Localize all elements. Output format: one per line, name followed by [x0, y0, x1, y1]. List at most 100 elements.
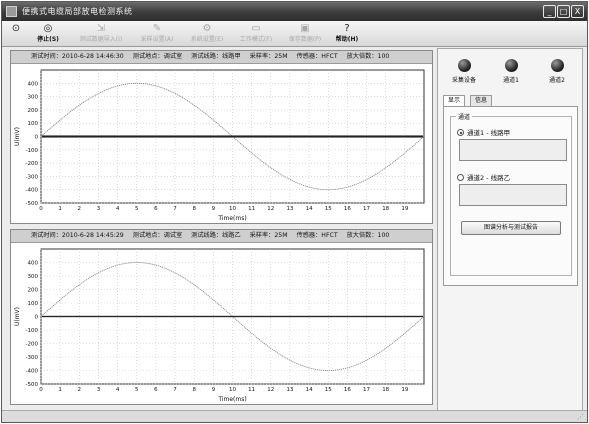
y-tick-label: -200 — [26, 161, 39, 167]
x-tick-label: 3 — [97, 387, 101, 393]
channel1-radio[interactable]: 通道1 - 线路甲 — [457, 127, 510, 137]
x-tick-label: 9 — [212, 387, 216, 393]
waveform-chart-top[interactable]: 0 1 2 3 4 5 6 7 8 9 10 11 12 13 14 15 16 17 18 194003002001… — [11, 64, 432, 223]
side-panel: 采集设备 通道1 通道2 显示 信息 通道 通道1 - 线路甲 通道2 - 线路… — [437, 48, 583, 412]
sampling-icon: ✎ — [152, 23, 162, 34]
x-tick-label: 14 — [306, 206, 313, 212]
channel2-radio[interactable]: 通道2 - 线路乙 — [457, 172, 510, 182]
y-tick-label: 300 — [28, 274, 39, 280]
x-tick-label: 12 — [267, 206, 274, 212]
analysis-report-button[interactable]: 图谱分析与测试报告 — [461, 221, 561, 235]
app-window: 便携式电缆局部放电检测系统 _ □ X ⊙ ◎ 停止(S) ⇲ 测试数据导入(I… — [1, 1, 588, 423]
gain: 放大倍数：100 — [346, 232, 390, 239]
x-tick-label: 4 — [116, 387, 120, 393]
toolbar: ⊙ ◎ 停止(S) ⇲ 测试数据导入(I) ✎ 采样设置(A) ⚙ 系统设置(E… — [2, 21, 587, 47]
x-tick-label: 11 — [248, 206, 255, 212]
import-data-button[interactable]: ⇲ 测试数据导入(I) — [72, 22, 130, 46]
x-tick-label: 4 — [116, 206, 120, 212]
help-icon: ? — [344, 23, 350, 34]
y-axis-label: U(mV) — [14, 127, 21, 146]
tab-content: 通道 通道1 - 线路甲 通道2 - 线路乙 图谱分析与测试报告 — [443, 106, 578, 286]
status-led-icon — [504, 59, 518, 72]
sensor-button[interactable]: ⊙ — [8, 22, 24, 46]
sample-rate: 采样率：25M — [249, 53, 288, 60]
x-tick-label: 2 — [78, 206, 82, 212]
help-button[interactable]: ? 帮助(H) — [332, 22, 362, 46]
x-tick-label: 13 — [286, 387, 293, 393]
x-tick-label: 14 — [306, 387, 313, 393]
y-tick-label: 200 — [28, 288, 39, 294]
test-location: 测试地点：调试室 — [132, 232, 183, 239]
pd-signal-series — [42, 135, 423, 138]
x-tick-label: 17 — [363, 206, 370, 212]
x-tick-label: 1 — [58, 206, 62, 212]
y-tick-label: -400 — [26, 369, 39, 375]
y-tick-label: 300 — [28, 95, 39, 101]
y-tick-label: -100 — [26, 148, 39, 154]
x-tick-label: 5 — [135, 387, 139, 393]
chart-panel-bottom: 测试时间：2010-6-28 14:45:29 测试地点：调试室 测试线路：线路… — [10, 229, 433, 405]
test-time: 测试时间：2010-6-28 14:46:30 — [31, 53, 124, 60]
device-indicator: 采集设备 — [444, 59, 484, 84]
x-tick-label: 11 — [248, 387, 255, 393]
resize-grip-icon[interactable]: ⋰ — [577, 413, 584, 421]
import-icon: ⇲ — [96, 23, 106, 34]
minimize-button[interactable]: _ — [543, 5, 556, 18]
x-axis-label: Time(ms) — [217, 215, 246, 222]
x-tick-label: 13 — [286, 206, 293, 212]
x-tick-label: 16 — [344, 206, 351, 212]
sensor-type: 传感器：HFCT — [296, 53, 338, 60]
x-tick-label: 9 — [212, 206, 216, 212]
waveform-chart-bottom[interactable]: 0 1 2 3 4 5 6 7 8 9 10 11 12 13 14 15 16 17 18 194003002001… — [11, 243, 432, 404]
system-settings-button[interactable]: ⚙ 系统设置(E) — [184, 22, 230, 46]
x-tick-label: 0 — [39, 387, 43, 393]
y-tick-label: 200 — [28, 108, 39, 114]
x-tick-label: 16 — [344, 387, 351, 393]
chart-panel-top: 测试时间：2010-6-28 14:46:30 测试地点：调试室 测试线路：线路… — [10, 50, 433, 224]
y-tick-label: -500 — [26, 382, 39, 388]
x-tick-label: 10 — [229, 387, 236, 393]
sampling-settings-button[interactable]: ✎ 采样设置(A) — [134, 22, 180, 46]
title-bar[interactable]: 便携式电缆局部放电检测系统 _ □ X — [2, 2, 587, 21]
y-tick-label: 400 — [28, 261, 39, 267]
tab-info[interactable]: 信息 — [470, 95, 493, 106]
test-location: 测试地点：调试室 — [132, 53, 183, 60]
x-tick-label: 15 — [325, 206, 332, 212]
y-tick-label: 0 — [35, 135, 39, 141]
x-tick-label: 2 — [78, 387, 82, 393]
chart-header-top: 测试时间：2010-6-28 14:46:30 测试地点：调试室 测试线路：线路… — [11, 51, 432, 64]
test-line: 测试线路：线路甲 — [191, 53, 241, 60]
sample-rate: 采样率：25M — [249, 232, 288, 239]
channel2-indicator: 通道2 — [537, 59, 577, 84]
y-tick-label: 400 — [28, 81, 39, 87]
save-icon: ▣ — [300, 23, 310, 34]
app-icon — [6, 6, 17, 17]
x-tick-label: 17 — [363, 387, 370, 393]
x-tick-label: 1 — [58, 387, 62, 393]
x-tick-label: 0 — [39, 206, 43, 212]
channel-group: 通道 通道1 - 线路甲 通道2 - 线路乙 图谱分析与测试报告 — [450, 112, 572, 276]
y-tick-label: 100 — [28, 121, 39, 127]
maximize-button[interactable]: □ — [557, 5, 570, 18]
x-tick-label: 6 — [154, 387, 158, 393]
radio-unselected-icon — [457, 174, 464, 181]
x-axis-label: Time(ms) — [217, 396, 246, 403]
y-tick-label: 0 — [35, 315, 39, 321]
y-tick-label: -300 — [26, 174, 39, 180]
x-tick-label: 18 — [382, 206, 389, 212]
channel1-indicator: 通道1 — [491, 59, 531, 84]
y-tick-label: -100 — [26, 328, 39, 334]
pd-signal-series — [42, 315, 423, 318]
channel1-status-box — [459, 139, 567, 161]
work-mode-button[interactable]: ▭ 工作模式(F) — [234, 22, 278, 46]
gain: 放大倍数：100 — [346, 53, 390, 60]
y-tick-label: -300 — [26, 355, 39, 361]
settings-icon: ⚙ — [202, 23, 212, 34]
close-button[interactable]: X — [571, 5, 584, 18]
sensor-type: 传感器：HFCT — [296, 232, 338, 239]
x-tick-label: 10 — [229, 206, 236, 212]
save-data-button[interactable]: ▣ 保存数据(P) — [282, 22, 328, 46]
mode-icon: ▭ — [251, 23, 261, 34]
stop-button[interactable]: ◎ 停止(S) — [30, 22, 66, 46]
radio-selected-icon — [457, 129, 464, 136]
